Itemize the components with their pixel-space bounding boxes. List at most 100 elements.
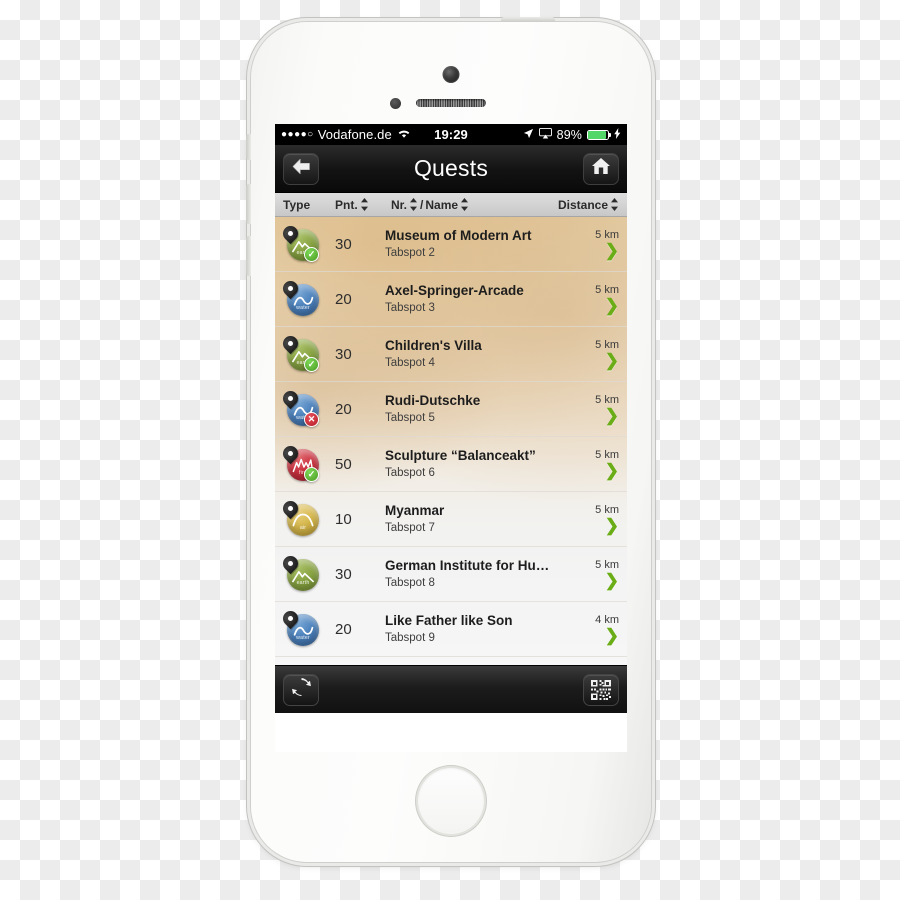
quest-subtitle: Tabspot 7 (385, 521, 435, 534)
quest-distance: 5 km (595, 393, 619, 406)
quest-name-cell: Axel-Springer-Arcade Tabspot 3 (365, 282, 575, 317)
quest-name-cell: Children's Villa Tabspot 4 (365, 337, 575, 372)
check-icon: ✓ (304, 467, 319, 482)
element-label: water (296, 305, 310, 311)
quest-list[interactable]: earth ✓ 30 Museum of Modern Art Tabspot 25 k… (275, 217, 627, 665)
quest-type-cell: earth ✓ (279, 332, 335, 372)
quest-row[interactable]: water ✕ 20 Rudi-Dutschke Tabspot 5 5 km ❯ (275, 382, 627, 437)
quest-name-cell: Myanmar Tabspot 7 (365, 502, 575, 537)
quest-distance-cell: 5 km ❯ (575, 449, 619, 479)
refresh-button[interactable] (283, 673, 319, 706)
quest-distance-cell: 5 km ❯ (575, 284, 619, 314)
battery-percent-label: 89% (556, 127, 582, 142)
device-home-button[interactable] (418, 768, 484, 834)
quest-row[interactable]: air 10 Myanmar Tabspot 7 5 km ❯ (275, 492, 627, 547)
quest-title: German Institute for Hu… (385, 557, 550, 573)
navigation-bar: Quests (275, 145, 627, 193)
wifi-icon (397, 128, 411, 142)
quest-distance-cell: 4 km ❯ (575, 614, 619, 644)
quest-name-cell: Sculpture “Balanceakt” Tabspot 6 (365, 447, 575, 482)
quest-row[interactable]: fire ✓ 50 Sculpture “Balanceakt” Tabspot 6 5 … (275, 437, 627, 492)
chevron-right-icon[interactable]: ❯ (575, 462, 619, 479)
volume-down-button[interactable] (246, 236, 251, 276)
element-badge: air (279, 497, 319, 537)
quest-row[interactable]: earth ✓ 30 Children's Villa Tabspot 4 5 km ❯ (275, 327, 627, 382)
chevron-right-icon[interactable]: ❯ (575, 352, 619, 369)
column-header-points[interactable]: Pnt. (335, 198, 391, 212)
column-header-name-label: Name (425, 197, 459, 212)
element-badge: earth (279, 552, 319, 592)
chevron-right-icon[interactable]: ❯ (575, 297, 619, 314)
quest-subtitle: Tabspot 4 (385, 356, 435, 369)
quest-distance: 5 km (595, 228, 619, 241)
quest-type-cell: water ✕ (279, 387, 335, 427)
quest-row[interactable]: earth 30 German Institute for Hu… Tabspot 8… (275, 547, 627, 602)
home-button[interactable] (583, 152, 619, 185)
quest-distance-cell: 5 km ❯ (575, 504, 619, 534)
status-bar: ●●●●○ Vodafone.de 19:29 89% (275, 124, 627, 145)
quest-row[interactable]: water 20 Like Father like Son Tabspot 9 4 km… (275, 602, 627, 657)
quest-row[interactable]: earth ✓ 30 Museum of Modern Art Tabspot 2 5 k… (275, 217, 627, 272)
quest-points: 30 (335, 565, 352, 583)
bottom-toolbar (275, 665, 627, 713)
carrier-label: Vodafone.de (317, 127, 392, 142)
chevron-right-icon[interactable]: ❯ (575, 407, 619, 424)
quest-type-cell: earth (279, 552, 335, 592)
sort-updown-icon (610, 198, 619, 211)
element-badge: earth ✓ (279, 332, 319, 372)
quest-row[interactable]: water 20 Axel-Springer-Arcade Tabspot 3 5 km… (275, 272, 627, 327)
quest-title: Like Father like Son (385, 612, 513, 628)
element-label: air (299, 525, 307, 531)
quest-points: 50 (335, 455, 352, 473)
element-label: water (296, 635, 310, 641)
location-arrow-icon (523, 128, 534, 142)
quest-distance-cell: 5 km ❯ (575, 559, 619, 589)
chevron-right-icon[interactable]: ❯ (575, 242, 619, 259)
element-badge: water ✕ (279, 387, 319, 427)
quest-name-cell: Rudi-Dutschke Tabspot 5 (365, 392, 575, 427)
check-icon: ✓ (304, 247, 319, 262)
quest-name-cell: Museum of Modern Art Tabspot 2 (365, 227, 575, 262)
back-arrow-icon (292, 158, 311, 180)
page-title: Quests (413, 155, 489, 181)
back-button[interactable] (283, 152, 319, 185)
quest-points: 30 (335, 235, 352, 253)
quest-distance: 5 km (595, 503, 619, 516)
quest-distance-cell: 5 km ❯ (575, 339, 619, 369)
quest-subtitle: Tabspot 3 (385, 301, 435, 314)
column-header-type: Type (283, 197, 311, 212)
phone-screen: ●●●●○ Vodafone.de 19:29 89% Quests Type … (275, 124, 627, 752)
quest-title: Myanmar (385, 502, 445, 518)
chevron-right-icon[interactable]: ❯ (575, 517, 619, 534)
quest-subtitle: Tabspot 5 (385, 411, 435, 424)
front-camera (442, 66, 460, 83)
chevron-right-icon[interactable]: ❯ (575, 627, 619, 644)
quest-subtitle: Tabspot 6 (385, 466, 435, 479)
quest-title: Sculpture “Balanceakt” (385, 447, 536, 463)
element-badge: fire ✓ (279, 442, 319, 482)
quest-title: Rudi-Dutschke (385, 392, 481, 408)
chevron-right-icon[interactable]: ❯ (575, 572, 619, 589)
quest-distance-cell: 5 km ❯ (575, 229, 619, 259)
power-button[interactable] (501, 17, 555, 22)
table-header-row: Type Pnt. Nr. / Name Distance (275, 193, 627, 217)
quest-points: 10 (335, 510, 352, 528)
quest-subtitle: Tabspot 2 (385, 246, 435, 259)
silent-switch[interactable] (246, 134, 251, 160)
qr-scan-button[interactable] (583, 673, 619, 706)
check-icon: ✓ (304, 357, 319, 372)
quest-distance: 5 km (595, 558, 619, 571)
column-header-distance[interactable]: Distance (558, 198, 619, 212)
element-badge: water (279, 607, 319, 647)
battery-icon (587, 129, 611, 140)
quest-name-cell: German Institute for Hu… Tabspot 8 (365, 557, 575, 592)
quest-row[interactable]: earth30Checkpoint CharlieTabspot 104 km❯ (275, 657, 627, 665)
quest-type-cell: air (279, 497, 335, 537)
proximity-sensor (390, 98, 401, 109)
column-header-nr-name[interactable]: Nr. / Name (391, 198, 558, 212)
quest-points: 30 (335, 345, 352, 363)
column-header-distance-label: Distance (557, 197, 608, 212)
volume-up-button[interactable] (246, 184, 251, 224)
element-badge: earth ✓ (279, 222, 319, 262)
quest-subtitle: Tabspot 8 (385, 576, 435, 589)
